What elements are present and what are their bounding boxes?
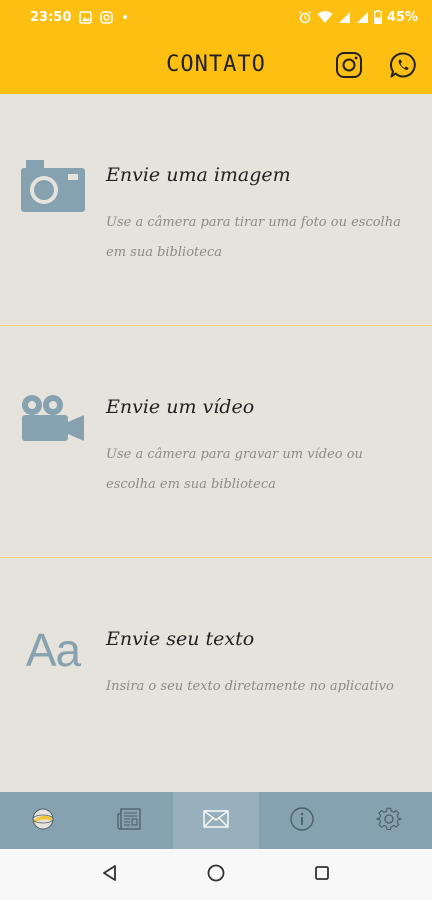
send-text-option[interactable]: Aa Envie seu texto Insira o seu texto di… — [0, 558, 432, 790]
recents-icon — [313, 864, 331, 886]
instagram-icon[interactable] — [334, 50, 364, 80]
contact-options: Envie uma imagem Use a câmera para tirar… — [0, 94, 432, 792]
nav-news[interactable] — [86, 792, 172, 849]
option-description: Insira o seu texto diretamente no aplica… — [106, 679, 394, 694]
battery-level: 45% — [386, 9, 418, 25]
option-title: Envie um vídeo — [106, 396, 255, 418]
globe-icon — [31, 807, 55, 835]
bottom-nav — [0, 792, 432, 849]
nav-contact[interactable] — [172, 792, 260, 849]
send-image-option[interactable]: Envie uma imagem Use a câmera para tirar… — [0, 94, 432, 326]
option-description: Use a câmera para tirar uma foto ou esco… — [106, 215, 401, 260]
whatsapp-icon[interactable] — [388, 50, 418, 80]
settings-icon — [376, 806, 402, 836]
status-bar: 23:50 45% — [0, 0, 432, 34]
home-button[interactable] — [203, 862, 229, 888]
option-description: Use a câmera para gravar um vídeo ou esc… — [106, 447, 363, 492]
newspaper-icon — [116, 807, 143, 835]
nav-settings[interactable] — [346, 792, 432, 849]
status-time: 23:50 — [30, 9, 72, 25]
video-camera-icon — [20, 388, 86, 448]
info-icon — [289, 806, 315, 836]
signal-icon — [356, 11, 369, 24]
alarm-icon — [298, 10, 312, 24]
nav-home[interactable] — [0, 792, 86, 849]
back-button[interactable] — [97, 862, 123, 888]
battery-icon — [374, 10, 382, 24]
text-icon: Aa — [25, 624, 81, 676]
nav-info[interactable] — [259, 792, 345, 849]
back-icon — [101, 864, 119, 886]
camera-icon — [20, 156, 86, 216]
option-title: Envie uma imagem — [106, 164, 291, 186]
recents-button[interactable] — [309, 862, 335, 888]
option-title: Envie seu texto — [106, 628, 255, 650]
send-video-option[interactable]: Envie um vídeo Use a câmera para gravar … — [0, 326, 432, 558]
image-icon — [79, 10, 93, 24]
instagram-icon — [100, 10, 114, 24]
mail-icon — [203, 809, 229, 833]
wifi-icon — [317, 10, 333, 24]
dot-icon — [121, 13, 129, 21]
system-nav — [0, 849, 432, 900]
home-icon — [206, 863, 226, 887]
app-header: CONTATO — [0, 34, 432, 94]
page-title: CONTATO — [166, 51, 266, 77]
signal-icon — [338, 11, 351, 24]
